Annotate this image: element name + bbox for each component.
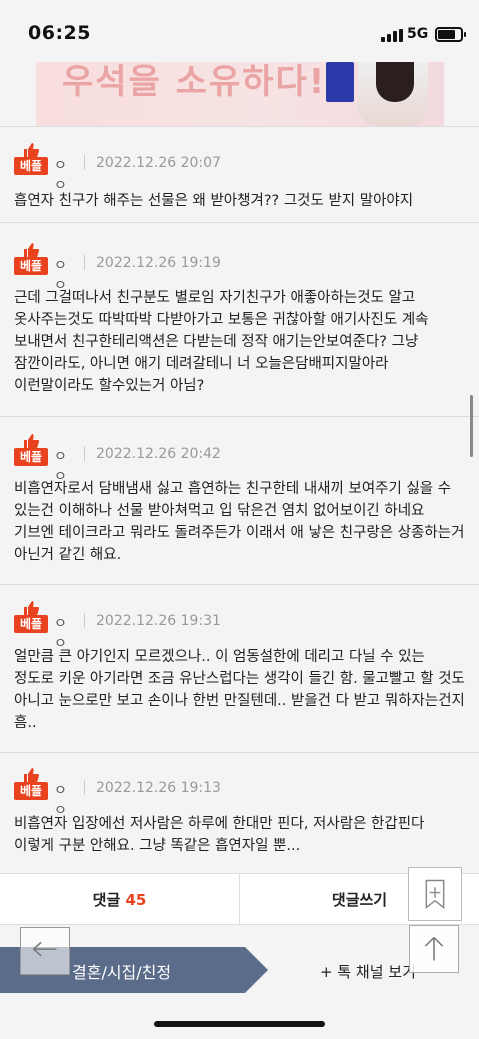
comment-item: 베플 ㅇㅇ 2022.12.26 19:13 비흡연자 입장에선 저사람은 하루… xyxy=(0,752,479,873)
comment-item: 베플 ㅇㅇ 2022.12.26 20:42 비흡연자로서 담배냄새 싫고 흡연… xyxy=(0,416,479,584)
meta-separator xyxy=(84,155,85,170)
network-type: 5G xyxy=(407,26,429,42)
up-arrow-icon xyxy=(424,936,444,961)
battery-icon xyxy=(435,27,466,42)
meta-separator xyxy=(84,255,85,270)
model-hair xyxy=(376,62,414,102)
best-reply-label: 베플 xyxy=(14,157,48,175)
best-reply-label: 베플 xyxy=(14,448,48,466)
comment-text: 근데 그걸떠나서 친구분도 별로임 자기친구가 애좋아하는것도 알고 옷사주는것… xyxy=(14,290,429,394)
product-image xyxy=(326,62,354,102)
reply-label: 댓글 xyxy=(92,891,121,909)
back-button[interactable] xyxy=(20,927,70,975)
comment-text: 얼만큼 큰 아기인지 모르겠으나.. 이 엄동설한에 데리고 다닐 수 있는 정… xyxy=(14,649,465,731)
meta-separator xyxy=(84,780,85,795)
ad-banner[interactable]: 우석을 소유하다! xyxy=(36,62,444,126)
status-bar: 06:25 5G xyxy=(0,0,479,62)
comment-date: 2022.12.26 20:07 xyxy=(96,155,221,171)
see-channel-link[interactable]: + 톡 채널 보기 xyxy=(320,961,416,982)
comment-date: 2022.12.26 19:19 xyxy=(96,255,221,271)
comment-date: 2022.12.26 20:42 xyxy=(96,446,221,462)
thumbs-up-icon xyxy=(24,143,39,157)
reply-count-button[interactable]: 댓글 45 xyxy=(0,874,239,926)
best-reply-label: 베플 xyxy=(14,257,48,275)
comment-text: 비흡연자 입장에선 저사람은 하루에 한대만 핀다, 저사람은 한갑핀다 이렇게… xyxy=(14,816,425,854)
best-reply-label: 베플 xyxy=(14,615,48,633)
thumbs-up-icon xyxy=(24,434,39,448)
comment-item: 베플 ㅇㅇ 2022.12.26 20:07 흡연자 친구가 해주는 선물은 왜… xyxy=(0,126,479,222)
best-reply-badge: 베플 xyxy=(14,143,48,175)
best-reply-badge: 베플 xyxy=(14,243,48,275)
comment-text: 비흡연자로서 담배냄새 싫고 흡연하는 친구한테 내새끼 보여주기 싫을 수 있… xyxy=(14,481,465,563)
scrollbar[interactable] xyxy=(470,395,473,457)
meta-separator xyxy=(84,613,85,628)
meta-separator xyxy=(84,446,85,461)
comment-date: 2022.12.26 19:13 xyxy=(96,780,221,796)
back-arrow-icon xyxy=(32,941,57,957)
banner-text: 우석을 소유하다! xyxy=(62,62,327,102)
comment-item: 베플 ㅇㅇ 2022.12.26 19:31 얼만큼 큰 아기인지 모르겠으나.… xyxy=(0,584,479,752)
bookmark-button[interactable] xyxy=(408,867,462,921)
comment-item: 베플 ㅇㅇ 2022.12.26 19:19 근데 그걸떠나서 친구분도 별로임… xyxy=(0,222,479,416)
best-reply-label: 베플 xyxy=(14,782,48,800)
best-reply-badge: 베플 xyxy=(14,768,48,800)
home-indicator xyxy=(154,1021,325,1027)
bookmark-plus-icon xyxy=(425,879,445,909)
thumbs-up-icon xyxy=(24,601,39,615)
author-name: ㅇㅇ xyxy=(54,158,67,194)
best-reply-badge: 베플 xyxy=(14,601,48,633)
comment-text: 흡연자 친구가 해주는 선물은 왜 받아챙겨?? 그것도 받지 말아야지 xyxy=(14,193,414,209)
status-time: 06:25 xyxy=(28,22,91,44)
scroll-top-button[interactable] xyxy=(409,925,459,973)
thumbs-up-icon xyxy=(24,768,39,782)
best-reply-badge: 베플 xyxy=(14,434,48,466)
comment-date: 2022.12.26 19:31 xyxy=(96,613,221,629)
channel-label: 결혼/시집/친정 xyxy=(72,963,172,982)
thumbs-up-icon xyxy=(24,243,39,257)
signal-icon xyxy=(381,29,403,42)
reply-count: 45 xyxy=(125,891,147,909)
